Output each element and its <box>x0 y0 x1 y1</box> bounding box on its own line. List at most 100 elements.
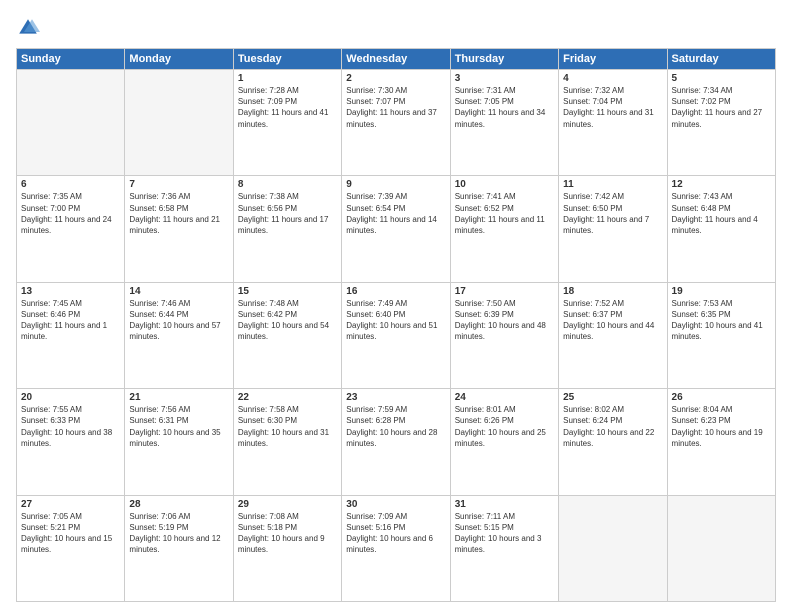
day-info: Sunrise: 7:42 AMSunset: 6:50 PMDaylight:… <box>563 191 662 236</box>
day-number: 4 <box>563 73 662 84</box>
day-number: 29 <box>238 499 337 510</box>
day-info: Sunrise: 8:01 AMSunset: 6:26 PMDaylight:… <box>455 404 554 449</box>
calendar-cell: 23Sunrise: 7:59 AMSunset: 6:28 PMDayligh… <box>342 389 450 495</box>
day-info: Sunrise: 7:08 AMSunset: 5:18 PMDaylight:… <box>238 511 337 556</box>
calendar-cell: 12Sunrise: 7:43 AMSunset: 6:48 PMDayligh… <box>667 176 775 282</box>
calendar-week-3: 20Sunrise: 7:55 AMSunset: 6:33 PMDayligh… <box>17 389 776 495</box>
day-info: Sunrise: 8:02 AMSunset: 6:24 PMDaylight:… <box>563 404 662 449</box>
day-number: 3 <box>455 73 554 84</box>
calendar-header-thursday: Thursday <box>450 49 558 70</box>
day-info: Sunrise: 7:45 AMSunset: 6:46 PMDaylight:… <box>21 298 120 343</box>
day-number: 16 <box>346 286 445 297</box>
calendar-cell <box>559 495 667 601</box>
day-number: 14 <box>129 286 228 297</box>
calendar-week-0: 1Sunrise: 7:28 AMSunset: 7:09 PMDaylight… <box>17 70 776 176</box>
day-number: 2 <box>346 73 445 84</box>
day-info: Sunrise: 7:46 AMSunset: 6:44 PMDaylight:… <box>129 298 228 343</box>
calendar-cell: 11Sunrise: 7:42 AMSunset: 6:50 PMDayligh… <box>559 176 667 282</box>
day-number: 19 <box>672 286 771 297</box>
day-info: Sunrise: 7:56 AMSunset: 6:31 PMDaylight:… <box>129 404 228 449</box>
calendar-cell: 5Sunrise: 7:34 AMSunset: 7:02 PMDaylight… <box>667 70 775 176</box>
day-info: Sunrise: 7:31 AMSunset: 7:05 PMDaylight:… <box>455 85 554 130</box>
calendar-week-2: 13Sunrise: 7:45 AMSunset: 6:46 PMDayligh… <box>17 282 776 388</box>
calendar-cell: 26Sunrise: 8:04 AMSunset: 6:23 PMDayligh… <box>667 389 775 495</box>
day-info: Sunrise: 8:04 AMSunset: 6:23 PMDaylight:… <box>672 404 771 449</box>
day-info: Sunrise: 7:11 AMSunset: 5:15 PMDaylight:… <box>455 511 554 556</box>
day-number: 30 <box>346 499 445 510</box>
calendar-header-row: SundayMondayTuesdayWednesdayThursdayFrid… <box>17 49 776 70</box>
calendar-header-sunday: Sunday <box>17 49 125 70</box>
day-number: 21 <box>129 392 228 403</box>
day-info: Sunrise: 7:06 AMSunset: 5:19 PMDaylight:… <box>129 511 228 556</box>
day-info: Sunrise: 7:58 AMSunset: 6:30 PMDaylight:… <box>238 404 337 449</box>
day-number: 8 <box>238 179 337 190</box>
logo <box>16 16 44 40</box>
calendar-header-wednesday: Wednesday <box>342 49 450 70</box>
calendar-cell: 3Sunrise: 7:31 AMSunset: 7:05 PMDaylight… <box>450 70 558 176</box>
calendar-cell: 17Sunrise: 7:50 AMSunset: 6:39 PMDayligh… <box>450 282 558 388</box>
day-number: 11 <box>563 179 662 190</box>
calendar-week-4: 27Sunrise: 7:05 AMSunset: 5:21 PMDayligh… <box>17 495 776 601</box>
day-number: 26 <box>672 392 771 403</box>
day-number: 22 <box>238 392 337 403</box>
calendar-cell: 6Sunrise: 7:35 AMSunset: 7:00 PMDaylight… <box>17 176 125 282</box>
day-number: 18 <box>563 286 662 297</box>
calendar-cell: 7Sunrise: 7:36 AMSunset: 6:58 PMDaylight… <box>125 176 233 282</box>
day-number: 20 <box>21 392 120 403</box>
calendar-cell: 28Sunrise: 7:06 AMSunset: 5:19 PMDayligh… <box>125 495 233 601</box>
day-number: 1 <box>238 73 337 84</box>
calendar-header-tuesday: Tuesday <box>233 49 341 70</box>
calendar-cell: 18Sunrise: 7:52 AMSunset: 6:37 PMDayligh… <box>559 282 667 388</box>
day-info: Sunrise: 7:32 AMSunset: 7:04 PMDaylight:… <box>563 85 662 130</box>
calendar-cell: 22Sunrise: 7:58 AMSunset: 6:30 PMDayligh… <box>233 389 341 495</box>
calendar-week-1: 6Sunrise: 7:35 AMSunset: 7:00 PMDaylight… <box>17 176 776 282</box>
day-info: Sunrise: 7:34 AMSunset: 7:02 PMDaylight:… <box>672 85 771 130</box>
day-number: 7 <box>129 179 228 190</box>
day-info: Sunrise: 7:41 AMSunset: 6:52 PMDaylight:… <box>455 191 554 236</box>
calendar-cell: 21Sunrise: 7:56 AMSunset: 6:31 PMDayligh… <box>125 389 233 495</box>
day-number: 12 <box>672 179 771 190</box>
day-number: 31 <box>455 499 554 510</box>
calendar-cell: 8Sunrise: 7:38 AMSunset: 6:56 PMDaylight… <box>233 176 341 282</box>
calendar-header-friday: Friday <box>559 49 667 70</box>
header <box>16 16 776 40</box>
day-info: Sunrise: 7:36 AMSunset: 6:58 PMDaylight:… <box>129 191 228 236</box>
day-number: 5 <box>672 73 771 84</box>
page: SundayMondayTuesdayWednesdayThursdayFrid… <box>0 0 792 612</box>
day-number: 25 <box>563 392 662 403</box>
day-info: Sunrise: 7:48 AMSunset: 6:42 PMDaylight:… <box>238 298 337 343</box>
day-info: Sunrise: 7:38 AMSunset: 6:56 PMDaylight:… <box>238 191 337 236</box>
calendar-cell: 14Sunrise: 7:46 AMSunset: 6:44 PMDayligh… <box>125 282 233 388</box>
calendar-cell: 1Sunrise: 7:28 AMSunset: 7:09 PMDaylight… <box>233 70 341 176</box>
calendar-cell: 9Sunrise: 7:39 AMSunset: 6:54 PMDaylight… <box>342 176 450 282</box>
day-number: 27 <box>21 499 120 510</box>
calendar-cell: 29Sunrise: 7:08 AMSunset: 5:18 PMDayligh… <box>233 495 341 601</box>
calendar-cell: 13Sunrise: 7:45 AMSunset: 6:46 PMDayligh… <box>17 282 125 388</box>
calendar-cell <box>125 70 233 176</box>
day-info: Sunrise: 7:43 AMSunset: 6:48 PMDaylight:… <box>672 191 771 236</box>
calendar-cell: 4Sunrise: 7:32 AMSunset: 7:04 PMDaylight… <box>559 70 667 176</box>
calendar-cell: 30Sunrise: 7:09 AMSunset: 5:16 PMDayligh… <box>342 495 450 601</box>
calendar-header-saturday: Saturday <box>667 49 775 70</box>
calendar-cell: 25Sunrise: 8:02 AMSunset: 6:24 PMDayligh… <box>559 389 667 495</box>
calendar-cell: 27Sunrise: 7:05 AMSunset: 5:21 PMDayligh… <box>17 495 125 601</box>
day-number: 9 <box>346 179 445 190</box>
calendar-cell: 31Sunrise: 7:11 AMSunset: 5:15 PMDayligh… <box>450 495 558 601</box>
day-number: 17 <box>455 286 554 297</box>
day-info: Sunrise: 7:53 AMSunset: 6:35 PMDaylight:… <box>672 298 771 343</box>
day-info: Sunrise: 7:09 AMSunset: 5:16 PMDaylight:… <box>346 511 445 556</box>
day-number: 23 <box>346 392 445 403</box>
calendar-cell: 10Sunrise: 7:41 AMSunset: 6:52 PMDayligh… <box>450 176 558 282</box>
day-info: Sunrise: 7:05 AMSunset: 5:21 PMDaylight:… <box>21 511 120 556</box>
day-number: 6 <box>21 179 120 190</box>
calendar-cell: 24Sunrise: 8:01 AMSunset: 6:26 PMDayligh… <box>450 389 558 495</box>
day-info: Sunrise: 7:55 AMSunset: 6:33 PMDaylight:… <box>21 404 120 449</box>
calendar-cell: 15Sunrise: 7:48 AMSunset: 6:42 PMDayligh… <box>233 282 341 388</box>
day-number: 15 <box>238 286 337 297</box>
calendar-table: SundayMondayTuesdayWednesdayThursdayFrid… <box>16 48 776 602</box>
logo-icon <box>16 16 40 40</box>
calendar-cell: 2Sunrise: 7:30 AMSunset: 7:07 PMDaylight… <box>342 70 450 176</box>
day-info: Sunrise: 7:52 AMSunset: 6:37 PMDaylight:… <box>563 298 662 343</box>
day-number: 13 <box>21 286 120 297</box>
calendar-cell: 16Sunrise: 7:49 AMSunset: 6:40 PMDayligh… <box>342 282 450 388</box>
